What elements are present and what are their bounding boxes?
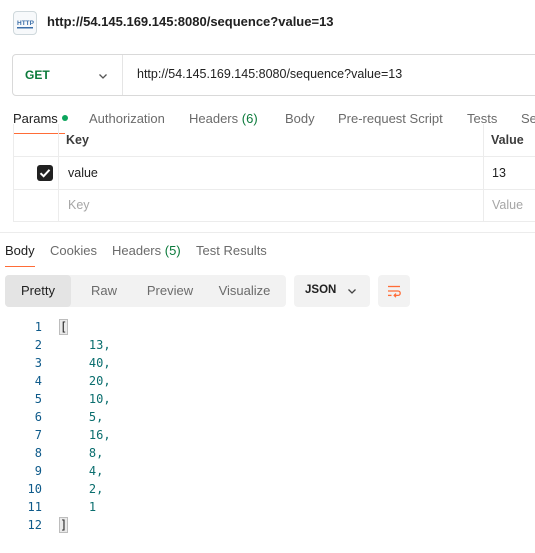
code-content: 10, — [60, 392, 111, 406]
line-number: 6 — [34, 410, 42, 424]
value-column-header: Value — [491, 133, 524, 147]
table-row-divider — [13, 189, 535, 190]
section-divider — [0, 232, 535, 233]
tab-response-body[interactable]: Body — [5, 243, 35, 258]
matched-bracket: ] — [58, 517, 69, 533]
code-line: 11 1 — [0, 498, 535, 516]
tab-test-results[interactable]: Test Results — [196, 243, 267, 258]
check-icon — [39, 169, 51, 178]
request-title[interactable]: http://54.145.169.145:8080/sequence?valu… — [47, 14, 334, 29]
line-number: 3 — [34, 356, 42, 370]
param-enabled-checkbox[interactable] — [37, 165, 53, 181]
params-table: Key Value value 13 Key Value — [13, 124, 535, 222]
line-number: 8 — [34, 446, 42, 460]
code-line: 1[ — [0, 318, 535, 336]
code-line: 3 40, — [0, 354, 535, 372]
format-select[interactable]: JSON — [294, 275, 370, 307]
tab-response-headers-label: Headers — [112, 243, 162, 258]
param-value-cell[interactable]: 13 — [492, 166, 506, 180]
response-tabs: Body Cookies Headers (5) Test Results — [0, 241, 535, 269]
code-line: 12] — [0, 516, 535, 534]
wrap-lines-button[interactable] — [378, 275, 410, 307]
line-number: 4 — [34, 374, 42, 388]
code-content: 5, — [60, 410, 104, 424]
code-content: 16, — [60, 428, 111, 442]
line-number: 1 — [34, 320, 42, 334]
code-content: 4, — [60, 464, 104, 478]
method-label: GET — [25, 68, 50, 82]
line-number: 2 — [34, 338, 42, 352]
line-number: 10 — [27, 482, 42, 496]
view-mode-group: Pretty Raw Preview Visualize — [5, 275, 286, 307]
new-param-key-input[interactable]: Key — [68, 198, 90, 212]
line-number: 12 — [27, 518, 42, 532]
preview-button[interactable]: Preview — [137, 275, 203, 307]
format-label: JSON — [305, 284, 337, 296]
code-content: 2, — [60, 482, 104, 496]
table-row-divider — [13, 156, 535, 157]
code-content: [ — [58, 318, 69, 336]
code-line: 10 2, — [0, 480, 535, 498]
wrap-lines-icon — [388, 285, 401, 298]
url-bar: GET http://54.145.169.145:8080/sequence?… — [12, 54, 535, 96]
method-select[interactable]: GET — [13, 55, 123, 95]
visualize-button[interactable]: Visualize — [203, 275, 286, 307]
code-content: 40, — [60, 356, 111, 370]
tab-response-headers-count: (5) — [164, 243, 181, 258]
matched-bracket: [ — [58, 319, 69, 335]
code-line: 9 4, — [0, 462, 535, 480]
line-number: 9 — [34, 464, 42, 478]
raw-button[interactable]: Raw — [71, 275, 137, 307]
table-row-divider — [13, 221, 535, 222]
tab-response-headers[interactable]: Headers (5) — [112, 243, 181, 258]
chevron-down-icon — [348, 289, 356, 294]
code-line: 2 13, — [0, 336, 535, 354]
code-content: 13, — [60, 338, 111, 352]
line-number: 7 — [34, 428, 42, 442]
table-column-divider — [58, 124, 59, 222]
body-tab-indicator — [5, 266, 35, 267]
url-input[interactable]: http://54.145.169.145:8080/sequence?valu… — [137, 67, 402, 81]
param-key-cell[interactable]: value — [68, 166, 98, 180]
table-column-divider — [483, 124, 484, 222]
code-content: 1 — [60, 500, 97, 514]
line-number: 5 — [34, 392, 42, 406]
tab-cookies[interactable]: Cookies — [50, 243, 97, 258]
key-column-header: Key — [66, 133, 89, 147]
code-content: 20, — [60, 374, 111, 388]
http-icon: HTTP — [13, 11, 37, 35]
code-line: 7 16, — [0, 426, 535, 444]
svg-text:HTTP: HTTP — [17, 20, 35, 27]
pretty-button[interactable]: Pretty — [5, 275, 71, 307]
chevron-down-icon — [99, 74, 107, 79]
request-title-bar: HTTP http://54.145.169.145:8080/sequence… — [0, 0, 535, 46]
code-content: 8, — [60, 446, 104, 460]
code-line: 6 5, — [0, 408, 535, 426]
code-line: 5 10, — [0, 390, 535, 408]
params-active-dot — [61, 115, 68, 121]
new-param-value-input[interactable]: Value — [492, 198, 523, 212]
code-line: 8 8, — [0, 444, 535, 462]
table-column-divider — [13, 124, 14, 222]
line-number: 11 — [27, 500, 42, 514]
code-content: ] — [58, 516, 69, 534]
code-line: 4 20, — [0, 372, 535, 390]
